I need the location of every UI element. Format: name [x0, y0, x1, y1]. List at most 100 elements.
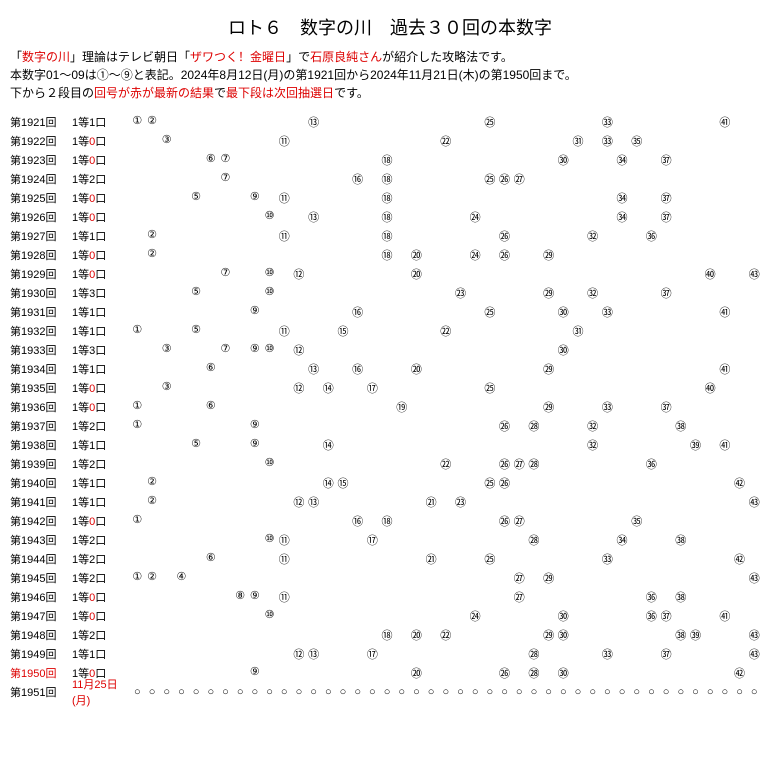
number-cell	[615, 399, 630, 415]
number-cell	[453, 646, 468, 662]
number-cell	[747, 380, 762, 396]
number-cell: ⑰	[365, 380, 380, 396]
drawn-number: ㉖	[499, 231, 510, 243]
draw-row: 第1933回1等3口③⑦⑨⑩⑫㉚	[10, 340, 770, 359]
number-cell	[189, 475, 204, 491]
drawn-number: ㉙	[543, 250, 554, 262]
drawn-number: ㉙	[543, 630, 554, 642]
number-cell: ㉔	[468, 209, 483, 225]
number-cell	[424, 247, 439, 263]
drawn-number: ㉖	[499, 174, 510, 186]
number-cell	[233, 380, 248, 396]
number-cell	[747, 456, 762, 472]
number-cell	[747, 665, 762, 681]
draw-number: 第1943回	[10, 532, 72, 548]
number-cell	[233, 456, 248, 472]
number-cell	[409, 437, 424, 453]
number-cell	[306, 475, 321, 491]
number-cell: ㊳	[673, 627, 688, 643]
number-cell	[262, 665, 277, 681]
number-cell	[512, 361, 527, 377]
prize-count: 1等0口	[72, 152, 130, 168]
number-cell	[394, 570, 409, 586]
number-cell	[571, 190, 586, 206]
number-cell	[394, 475, 409, 491]
number-cell	[629, 532, 644, 548]
number-cell	[703, 513, 718, 529]
number-cell	[233, 494, 248, 510]
number-cell	[130, 608, 145, 624]
number-cell	[218, 133, 233, 149]
number-cell	[130, 380, 145, 396]
number-cell: ㉝	[600, 646, 615, 662]
number-cell	[541, 114, 556, 130]
draw-number: 第1922回	[10, 133, 72, 149]
number-cell	[541, 665, 556, 681]
number-cell	[145, 209, 160, 225]
drawn-number: ⑱	[382, 174, 393, 186]
number-cell	[321, 589, 336, 605]
number-cell: ㉟	[629, 133, 644, 149]
number-cell	[350, 114, 365, 130]
empty-number-cell: ○	[321, 686, 336, 698]
number-cell	[629, 646, 644, 662]
number-cell	[556, 475, 571, 491]
number-cell	[409, 532, 424, 548]
number-cell	[380, 608, 395, 624]
number-cell	[159, 190, 174, 206]
number-cell	[365, 228, 380, 244]
number-cell	[468, 380, 483, 396]
number-cell	[203, 190, 218, 206]
empty-number-cell: ○	[453, 686, 468, 698]
number-cell	[145, 665, 160, 681]
number-cell	[527, 513, 542, 529]
number-cell: ⑤	[189, 437, 204, 453]
drawn-number: ㉖	[499, 668, 510, 680]
number-cell: ⑤	[189, 323, 204, 339]
number-cell	[688, 665, 703, 681]
next-draw-number: 第1951回	[10, 684, 72, 700]
number-cell	[306, 304, 321, 320]
drawn-number: ⑭	[323, 478, 334, 490]
number-cell: ⑩	[262, 456, 277, 472]
number-cell: ⑩	[262, 532, 277, 548]
number-cell	[688, 361, 703, 377]
number-cell	[673, 665, 688, 681]
number-cell: ㊶	[718, 361, 733, 377]
number-cell	[203, 589, 218, 605]
number-cell	[424, 418, 439, 434]
number-cell	[145, 399, 160, 415]
number-cell	[541, 209, 556, 225]
number-cell	[394, 247, 409, 263]
number-cell	[468, 646, 483, 662]
number-cell: ⑱	[380, 152, 395, 168]
number-cell: ①	[130, 323, 145, 339]
number-cell: ㊳	[673, 532, 688, 548]
prize-count: 1等0口	[72, 608, 130, 624]
empty-number-cell: ○	[350, 686, 365, 698]
number-cell	[718, 133, 733, 149]
number-cell	[703, 570, 718, 586]
number-cell	[306, 627, 321, 643]
number-cell	[306, 551, 321, 567]
number-cell	[732, 342, 747, 358]
number-cell	[292, 475, 307, 491]
number-cell	[732, 228, 747, 244]
number-cell	[438, 342, 453, 358]
number-cell: ㊶	[718, 437, 733, 453]
number-cell	[527, 342, 542, 358]
number-cell	[145, 152, 160, 168]
empty-number-cell: ○	[409, 686, 424, 698]
number-cell	[174, 152, 189, 168]
number-cell	[571, 228, 586, 244]
number-cell	[571, 361, 586, 377]
number-cell	[218, 456, 233, 472]
number-cell	[438, 532, 453, 548]
drawn-number: ⑯	[352, 174, 363, 186]
number-cell	[615, 380, 630, 396]
number-cell	[306, 133, 321, 149]
number-cell	[644, 152, 659, 168]
number-cell	[483, 418, 498, 434]
number-cell: ㉖	[497, 247, 512, 263]
number-cell	[615, 665, 630, 681]
